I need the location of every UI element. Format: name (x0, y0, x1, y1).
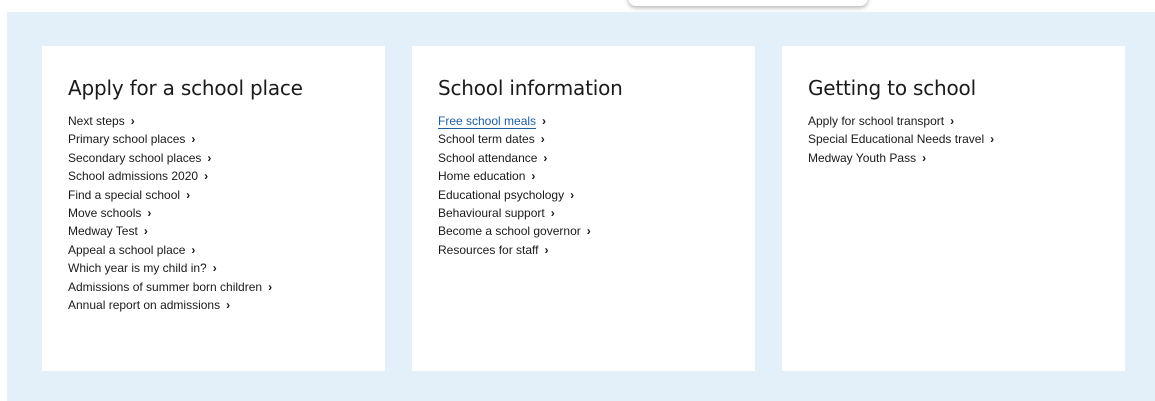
list-item: School term dates › (438, 130, 755, 148)
chevron-right-icon: › (204, 169, 209, 184)
list-item: Next steps › (68, 112, 385, 130)
link-which-year-child[interactable]: Which year is my child in? › (68, 261, 217, 275)
card-getting-to-school: Getting to school Apply for school trans… (782, 46, 1125, 371)
link-move-schools[interactable]: Move schools › (68, 206, 151, 220)
list-item: Free school meals › (438, 112, 755, 130)
link-school-admissions-2020[interactable]: School admissions 2020 › (68, 169, 208, 183)
link-school-attendance[interactable]: School attendance › (438, 151, 547, 165)
list-item: Home education › (438, 167, 755, 185)
chevron-right-icon: › (542, 114, 547, 128)
link-find-special-school[interactable]: Find a special school › (68, 188, 190, 202)
link-sen-travel[interactable]: Special Educational Needs travel › (808, 132, 994, 146)
chevron-right-icon: › (950, 114, 955, 128)
link-home-education[interactable]: Home education › (438, 169, 535, 183)
list-item: Apply for school transport › (808, 112, 1125, 130)
chevron-right-icon: › (207, 150, 212, 165)
list-item: Behavioural support › (438, 204, 755, 222)
list-item: School attendance › (438, 149, 755, 167)
link-behavioural-support[interactable]: Behavioural support › (438, 206, 555, 220)
link-primary-school-places[interactable]: Primary school places › (68, 132, 195, 146)
list-item: Educational psychology › (438, 186, 755, 204)
chevron-right-icon: › (191, 242, 196, 257)
link-secondary-school-places[interactable]: Secondary school places › (68, 151, 211, 165)
link-medway-test[interactable]: Medway Test › (68, 224, 148, 238)
link-educational-psychology[interactable]: Educational psychology › (438, 188, 574, 202)
list-item: Resources for staff › (438, 241, 755, 259)
link-list: Next steps › Primary school places › Secon… (68, 112, 385, 314)
card-title: School information (438, 76, 623, 100)
chevron-right-icon: › (990, 132, 995, 147)
chevron-right-icon: › (543, 150, 548, 165)
chevron-right-icon: › (186, 187, 191, 202)
chevron-right-icon: › (147, 206, 152, 221)
link-medway-youth-pass[interactable]: Medway Youth Pass › (808, 151, 926, 165)
chevron-right-icon: › (191, 132, 196, 147)
link-free-school-meals[interactable]: Free school meals (438, 114, 536, 128)
list-item: Medway Test › (68, 222, 385, 240)
list-item: Special Educational Needs travel › (808, 130, 1125, 148)
card-school-information: School information Free school meals › Sc… (412, 46, 755, 371)
list-item: Become a school governor › (438, 222, 755, 240)
chevron-right-icon: › (130, 114, 135, 128)
list-item: Medway Youth Pass › (808, 149, 1125, 167)
list-item: School admissions 2020 › (68, 167, 385, 185)
list-item: Appeal a school place › (68, 241, 385, 259)
chevron-right-icon: › (268, 279, 273, 294)
chevron-right-icon: › (226, 298, 231, 313)
top-tab-edge (628, 0, 868, 6)
chevron-right-icon: › (586, 224, 591, 239)
link-apply-school-transport[interactable]: Apply for school transport › (808, 114, 954, 128)
card-title: Getting to school (808, 76, 976, 100)
list-item: Find a special school › (68, 186, 385, 204)
link-list: Free school meals › School term dates › Sc… (438, 112, 755, 259)
link-annual-report-admissions[interactable]: Annual report on admissions › (68, 298, 230, 312)
list-item: Primary school places › (68, 130, 385, 148)
chevron-right-icon: › (531, 169, 536, 184)
link-become-school-governor[interactable]: Become a school governor › (438, 224, 591, 238)
list-item: Secondary school places › (68, 149, 385, 167)
chevron-right-icon: › (922, 150, 927, 165)
list-item: Admissions of summer born children › (68, 278, 385, 296)
chevron-right-icon: › (550, 206, 555, 221)
card-apply-for-school-place: Apply for a school place Next steps › Pri… (42, 46, 385, 371)
school-links-section: Apply for a school place Next steps › Pri… (7, 12, 1155, 401)
link-school-term-dates[interactable]: School term dates › (438, 132, 545, 146)
chevron-right-icon: › (143, 224, 148, 239)
chevron-right-icon: › (212, 261, 217, 276)
list-item: Annual report on admissions › (68, 296, 385, 314)
chevron-right-icon: › (540, 132, 545, 147)
link-list: Apply for school transport › Special Educ… (808, 112, 1125, 167)
card-title: Apply for a school place (68, 76, 303, 100)
link-summer-born-admissions[interactable]: Admissions of summer born children › (68, 280, 272, 294)
chevron-right-icon: › (570, 187, 575, 202)
list-item: Move schools › (68, 204, 385, 222)
link-appeal-school-place[interactable]: Appeal a school place › (68, 243, 195, 257)
link-next-steps[interactable]: Next steps › (68, 114, 135, 128)
chevron-right-icon: › (544, 242, 549, 257)
link-resources-for-staff[interactable]: Resources for staff › (438, 243, 549, 257)
list-item: Which year is my child in? › (68, 259, 385, 277)
